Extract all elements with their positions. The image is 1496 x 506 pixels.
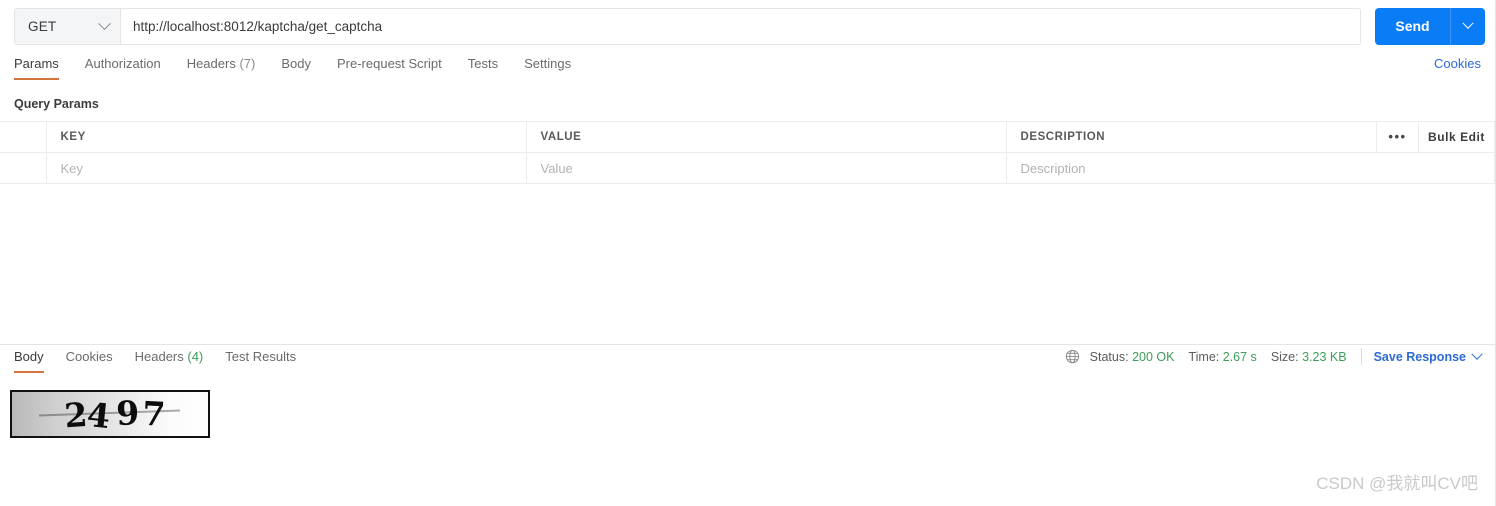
chevron-down-icon <box>98 16 111 30</box>
response-tab-body[interactable]: Body <box>14 345 55 373</box>
cookies-link[interactable]: Cookies <box>1434 52 1481 71</box>
bulk-edit-button[interactable]: Bulk Edit <box>1418 121 1495 153</box>
header-checkbox-cell <box>0 121 47 153</box>
response-tab-cookies[interactable]: Cookies <box>55 345 124 373</box>
response-tab-test-results-label: Test Results <box>225 349 297 364</box>
query-params-table: KEY VALUE DESCRIPTION ••• Bulk Edit Key … <box>0 121 1495 184</box>
bulk-edit-label: Bulk Edit <box>1428 130 1485 144</box>
table-options-button[interactable]: ••• <box>1376 121 1419 153</box>
response-tab-body-label: Body <box>14 349 44 364</box>
row-value-cell[interactable]: Value <box>526 152 1007 184</box>
captcha-digit-4: 7 <box>141 393 170 435</box>
response-tabs: Body Cookies Headers (4) Test Results St… <box>0 345 1495 376</box>
status-label: Status: <box>1089 349 1129 364</box>
header-description: DESCRIPTION <box>1006 121 1377 153</box>
save-response-button[interactable]: Save Response <box>1373 348 1483 364</box>
time-value: 2.67 s <box>1222 349 1257 364</box>
tab-body-label: Body <box>281 56 311 71</box>
tab-headers[interactable]: Headers (7) <box>174 52 269 80</box>
tab-pre-request-script[interactable]: Pre-request Script <box>324 52 455 80</box>
time-badge: Time: 2.67 s <box>1188 350 1256 364</box>
send-options-button[interactable] <box>1450 7 1485 45</box>
size-label: Size: <box>1270 349 1299 364</box>
status-value: 200 OK <box>1132 349 1175 364</box>
tab-settings[interactable]: Settings <box>511 52 584 80</box>
response-body: 2497 <box>0 376 1495 438</box>
query-params-title: Query Params <box>14 97 99 111</box>
meta-divider <box>1360 348 1362 365</box>
tab-headers-count: (7) <box>239 56 256 71</box>
tab-params[interactable]: Params <box>14 52 72 80</box>
send-button-group: Send <box>1375 7 1485 45</box>
request-url-input[interactable] <box>120 7 1361 45</box>
row-description-cell[interactable]: Description <box>1006 152 1495 184</box>
ellipsis-icon: ••• <box>1388 129 1407 144</box>
chevron-down-icon <box>1471 348 1483 360</box>
row-checkbox-cell[interactable] <box>0 152 47 184</box>
watermark: CSDN @我就叫CV吧 <box>1316 474 1478 493</box>
send-button[interactable]: Send <box>1375 7 1450 45</box>
response-tab-test-results[interactable]: Test Results <box>214 345 307 373</box>
chevron-down-icon <box>1462 17 1474 29</box>
size-value: 3.23 KB <box>1302 349 1347 364</box>
request-tabs: Params Authorization Headers (7) Body Pr… <box>0 52 1495 85</box>
response-meta: Status: 200 OK Time: 2.67 s Size: 3.23 K… <box>1065 345 1483 365</box>
key-placeholder: Key <box>60 160 83 176</box>
time-label: Time: <box>1188 349 1220 364</box>
save-response-label: Save Response <box>1373 349 1466 364</box>
tab-headers-label: Headers <box>186 56 236 71</box>
globe-icon <box>1065 349 1080 364</box>
table-header-row: KEY VALUE DESCRIPTION ••• Bulk Edit <box>0 121 1495 153</box>
value-placeholder: Value <box>540 160 573 176</box>
tab-params-label: Params <box>14 56 59 71</box>
captcha-digit-2: 4 <box>85 394 116 437</box>
header-value: VALUE <box>526 121 1007 153</box>
response-tab-headers-count: (4) <box>187 349 204 364</box>
postman-window: GET Send Params Authorization Headers (7… <box>0 0 1496 506</box>
size-badge: Size: 3.23 KB <box>1271 350 1347 364</box>
response-tab-headers-label: Headers <box>134 349 184 364</box>
captcha-image: 2497 <box>10 390 210 438</box>
response-tab-cookies-label: Cookies <box>65 349 113 364</box>
tab-tests-label: Tests <box>467 56 499 71</box>
tab-pre-request-script-label: Pre-request Script <box>336 56 442 71</box>
response-pane: Body Cookies Headers (4) Test Results St… <box>0 345 1495 506</box>
tab-authorization[interactable]: Authorization <box>72 52 174 80</box>
request-url-bar: GET Send <box>0 0 1495 52</box>
tab-authorization-label: Authorization <box>84 56 161 71</box>
tab-tests[interactable]: Tests <box>455 52 511 80</box>
response-tab-headers[interactable]: Headers (4) <box>124 345 215 373</box>
description-placeholder: Description <box>1020 160 1086 176</box>
http-method-select[interactable]: GET <box>14 7 120 45</box>
tab-body[interactable]: Body <box>268 52 324 80</box>
row-key-cell[interactable]: Key <box>46 152 527 184</box>
tab-settings-label: Settings <box>524 56 572 71</box>
captcha-digits: 2497 <box>63 393 170 437</box>
header-key: KEY <box>46 121 527 153</box>
table-row: Key Value Description <box>0 152 1495 184</box>
captcha-digit-3: 9 <box>115 393 143 433</box>
status-badge: Status: 200 OK <box>1090 350 1175 364</box>
http-method-label: GET <box>28 18 57 34</box>
